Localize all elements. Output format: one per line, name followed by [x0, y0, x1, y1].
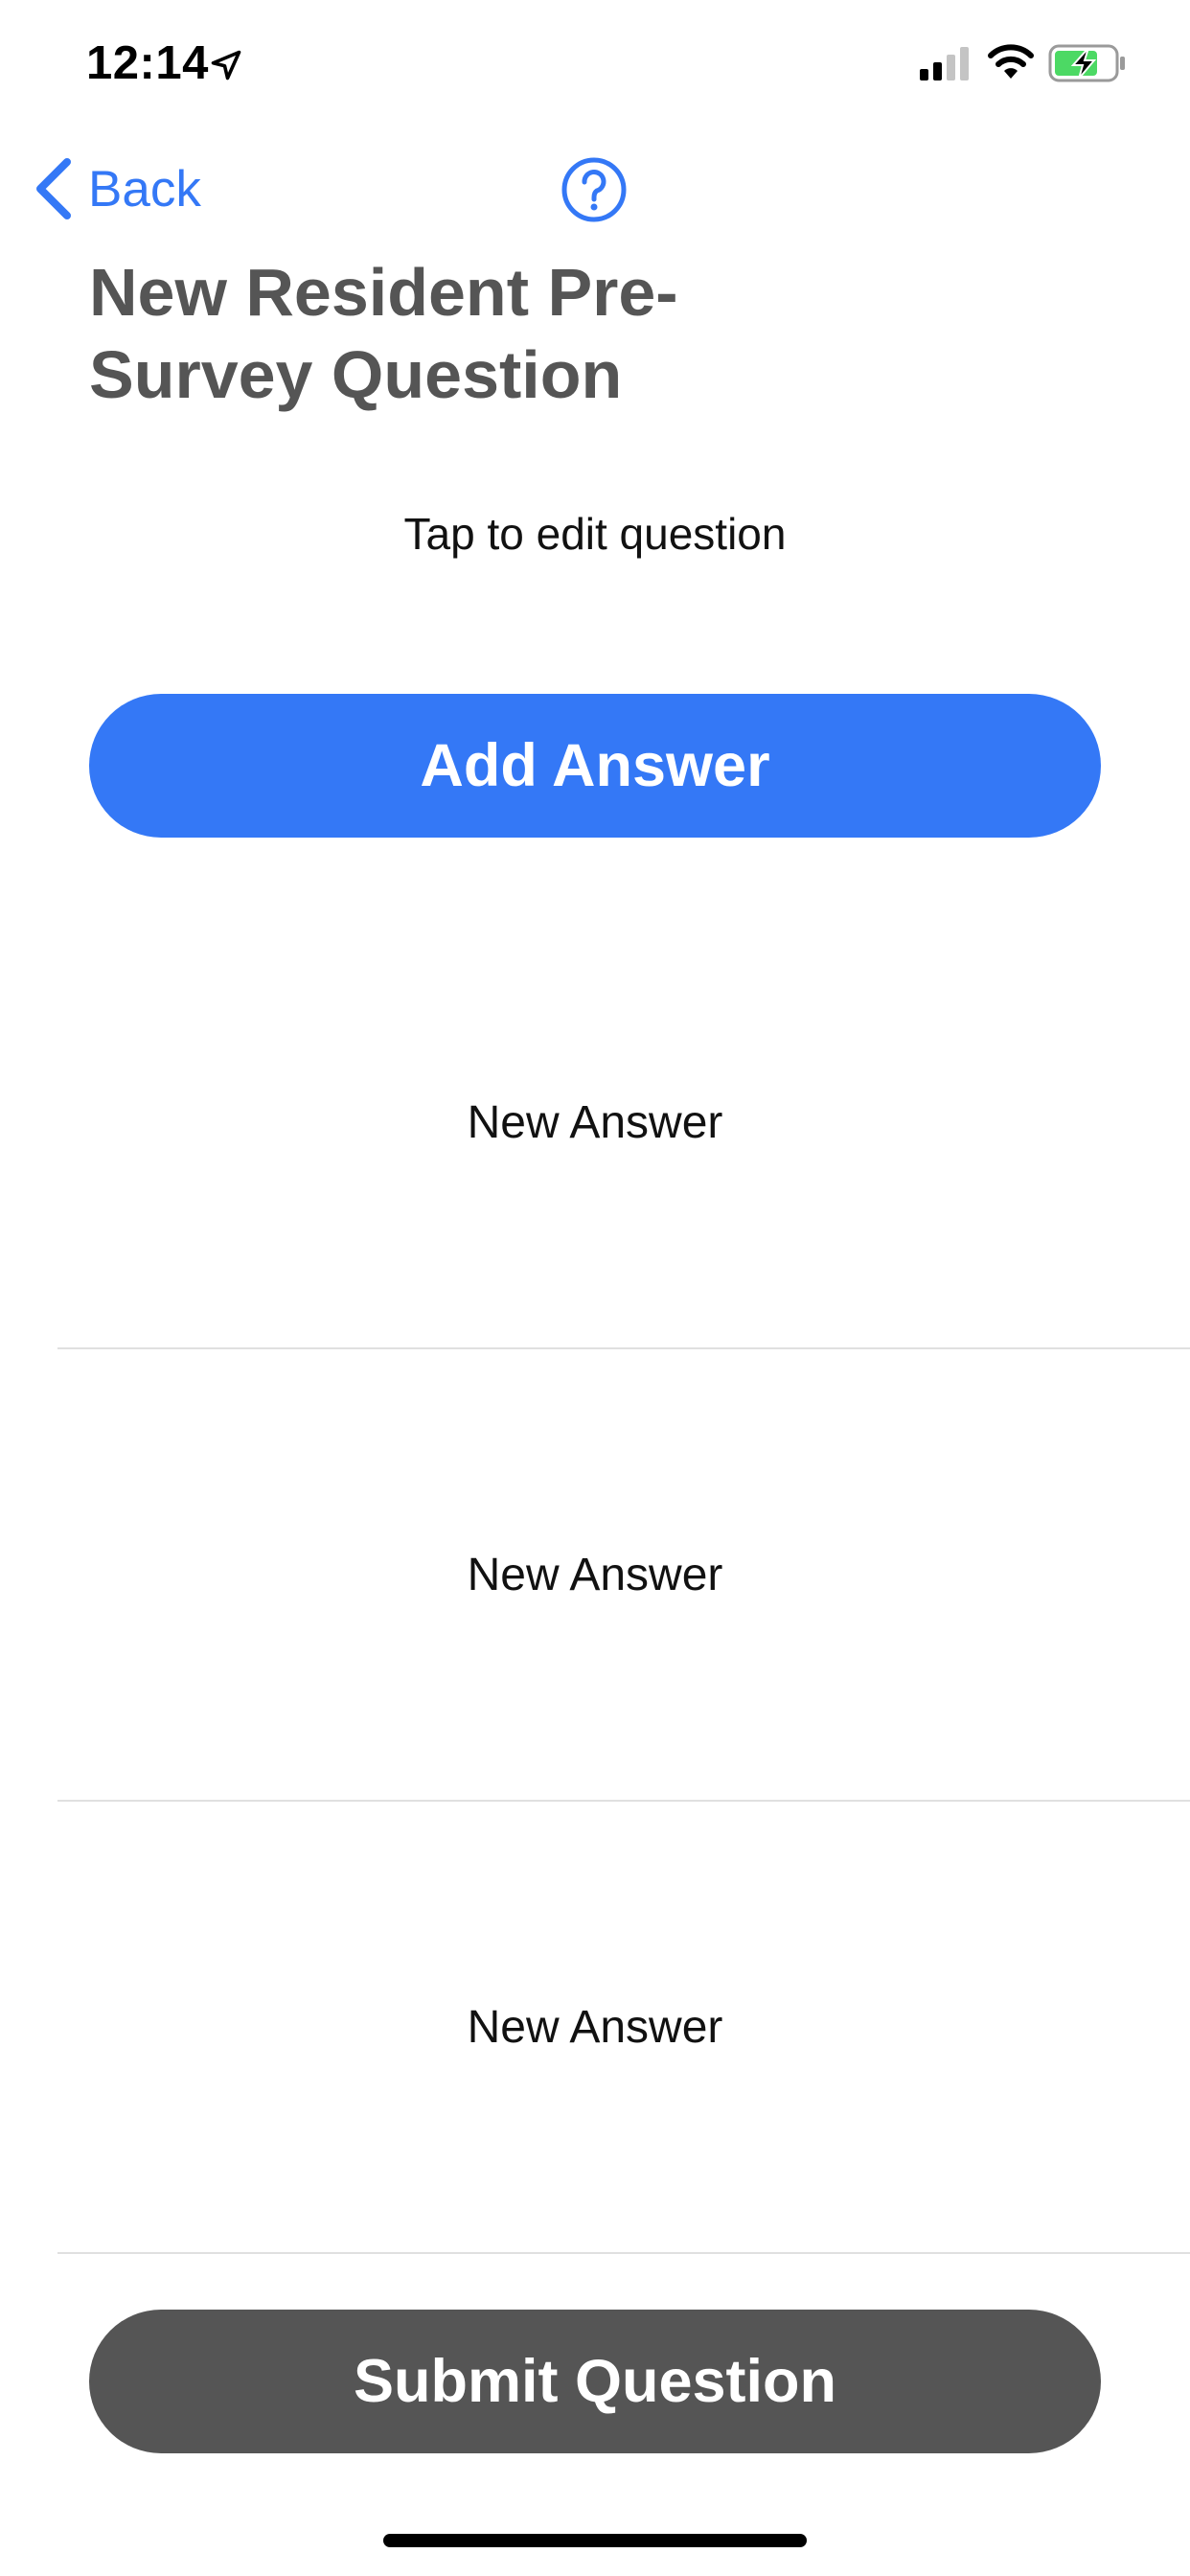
add-answer-button[interactable]: Add Answer — [89, 694, 1101, 838]
answer-row[interactable]: New Answer — [57, 897, 1190, 1349]
battery-charging-icon — [1048, 44, 1125, 82]
question-text-field[interactable]: Tap to edit question — [0, 508, 1190, 560]
back-label: Back — [88, 160, 201, 218]
page-title: New Resident Pre-Survey Question — [89, 255, 678, 412]
submit-question-button[interactable]: Submit Question — [89, 2310, 1101, 2453]
back-button[interactable]: Back — [33, 153, 201, 224]
location-arrow-icon — [211, 50, 241, 80]
cellular-signal-icon — [920, 47, 969, 80]
answer-row[interactable]: New Answer — [57, 1802, 1190, 2254]
answer-label: New Answer — [467, 2001, 723, 2053]
chevron-left-icon — [36, 158, 71, 219]
answer-label: New Answer — [467, 1549, 723, 1600]
answer-row[interactable]: New Answer — [57, 1349, 1190, 1802]
screen: 12:14 Back New Resident Pre-Survey Quest… — [0, 0, 1190, 2576]
status-time: 12:14 — [86, 37, 209, 89]
wifi-icon — [988, 44, 1034, 79]
answer-label: New Answer — [467, 1096, 723, 1148]
question-circle-icon[interactable] — [561, 156, 628, 223]
home-indicator[interactable] — [383, 2534, 807, 2547]
